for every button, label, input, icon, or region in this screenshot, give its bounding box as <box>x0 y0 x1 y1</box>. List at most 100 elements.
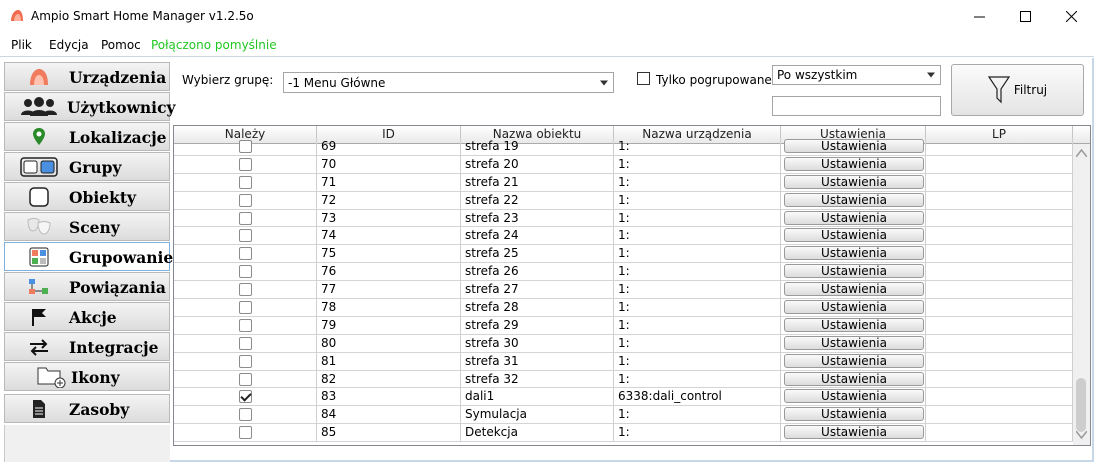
belongs-checkbox[interactable] <box>238 336 252 350</box>
settings-cell: Ustawienia <box>781 191 926 209</box>
settings-button[interactable]: Ustawienia <box>784 335 924 350</box>
belongs-checkbox[interactable] <box>238 300 252 314</box>
table-row[interactable]: 78 strefa 28 1: Ustawienia <box>174 299 1074 317</box>
settings-button[interactable]: Ustawienia <box>784 139 924 153</box>
settings-button[interactable]: Ustawienia <box>784 300 924 315</box>
table-row[interactable]: 74 strefa 24 1: Ustawienia <box>174 227 1074 246</box>
settings-button[interactable]: Ustawienia <box>784 317 924 332</box>
table-row[interactable]: 80 strefa 30 1: Ustawienia <box>174 334 1074 353</box>
scope-select[interactable]: Po wszystkim <box>772 65 941 85</box>
grouped-only-checkbox[interactable] <box>637 72 650 85</box>
settings-button[interactable]: Ustawienia <box>784 246 924 261</box>
settings-button[interactable]: Ustawienia <box>784 174 924 189</box>
belongs-checkbox[interactable] <box>238 372 252 386</box>
table-row[interactable]: 72 strefa 22 1: Ustawienia <box>174 191 1074 210</box>
belongs-checkbox[interactable] <box>238 139 252 153</box>
settings-button[interactable]: Ustawienia <box>784 371 924 386</box>
belongs-checkbox[interactable] <box>238 354 252 368</box>
id-cell: 71 <box>317 173 461 191</box>
sidebar-item-grupowanie[interactable]: Grupowanie <box>4 242 173 271</box>
settings-button[interactable]: Ustawienia <box>784 353 924 368</box>
table-row[interactable]: 73 strefa 23 1: Ustawienia <box>174 209 1074 228</box>
close-button[interactable] <box>1048 0 1094 32</box>
minimize-icon <box>973 16 985 17</box>
device-name-cell: 1: <box>614 406 781 424</box>
settings-button[interactable]: Ustawienia <box>784 228 924 243</box>
flag-icon <box>19 306 59 328</box>
sidebar-empty-area <box>4 425 170 462</box>
belongs-checkbox[interactable] <box>238 157 252 171</box>
belongs-checkbox[interactable] <box>238 247 252 261</box>
belongs-checkbox[interactable] <box>238 283 252 297</box>
sidebar-item-zasoby[interactable]: Zasoby <box>4 394 170 423</box>
belongs-checkbox[interactable] <box>238 175 252 189</box>
scroll-up-icon[interactable] <box>1076 149 1087 157</box>
table-row[interactable]: 77 strefa 27 1: Ustawienia <box>174 281 1074 300</box>
settings-button[interactable]: Ustawienia <box>784 389 924 404</box>
vertical-scrollbar[interactable] <box>1073 144 1090 445</box>
settings-button[interactable]: Ustawienia <box>784 407 924 422</box>
table-row[interactable]: 84 Symulacja 1: Ustawienia <box>174 406 1074 425</box>
sidebar-item-akcje[interactable]: Akcje <box>4 302 170 331</box>
table-row[interactable]: 71 strefa 21 1: Ustawienia <box>174 173 1074 192</box>
table-row[interactable]: 75 strefa 25 1: Ustawienia <box>174 245 1074 264</box>
belongs-checkbox[interactable] <box>238 408 252 422</box>
menu-bar: Plik Edycja Pomoc Połączono pomyślnie <box>0 34 1096 54</box>
belongs-cell <box>174 173 317 191</box>
sidebar-item-integracje[interactable]: Integracje <box>4 332 170 361</box>
sidebar-item-label: Zasoby <box>69 400 130 419</box>
belongs-checkbox[interactable] <box>238 193 252 207</box>
sidebar-item-lokalizacje[interactable]: Lokalizacje <box>4 122 170 151</box>
sidebar-item-urzadzenia[interactable]: Urządzenia <box>4 62 170 91</box>
search-input[interactable] <box>772 96 941 116</box>
sidebar-item-ikony[interactable]: Ikony <box>4 362 170 391</box>
settings-button[interactable]: Ustawienia <box>784 264 924 279</box>
settings-button[interactable]: Ustawienia <box>784 425 924 440</box>
table-row[interactable]: 81 strefa 31 1: Ustawienia <box>174 352 1074 371</box>
table-row[interactable]: 85 Detekcja 1: Ustawienia <box>174 424 1074 443</box>
column-header-spacer <box>1073 126 1090 144</box>
sidebar-item-obiekty[interactable]: Obiekty <box>4 182 170 211</box>
table-row[interactable]: 70 strefa 20 1: Ustawienia <box>174 155 1074 174</box>
table-row[interactable]: 83 dali1 6338:dali_control Ustawienia <box>174 388 1074 407</box>
belongs-checkbox[interactable] <box>238 265 252 279</box>
settings-cell: Ustawienia <box>781 138 926 155</box>
sidebar-item-label: Powiązania <box>69 278 166 297</box>
belongs-checkbox[interactable] <box>238 229 252 243</box>
belongs-checkbox[interactable] <box>238 318 252 332</box>
table-row[interactable]: 69 strefa 19 1: Ustawienia <box>174 138 1074 156</box>
settings-button[interactable]: Ustawienia <box>784 156 924 171</box>
group-label: Wybierz grupę: <box>182 73 274 87</box>
sidebar-item-powiazania[interactable]: Powiązania <box>4 272 170 301</box>
belongs-checkbox[interactable] <box>238 390 252 404</box>
lp-cell <box>926 281 1073 299</box>
scroll-down-icon[interactable] <box>1076 431 1087 439</box>
sidebar-item-sceny[interactable]: Sceny <box>4 212 170 241</box>
belongs-checkbox[interactable] <box>238 211 252 225</box>
table-row[interactable]: 82 strefa 32 1: Ustawienia <box>174 370 1074 389</box>
lp-cell <box>926 245 1073 263</box>
scrollbar-thumb[interactable] <box>1076 378 1086 432</box>
settings-button[interactable]: Ustawienia <box>784 192 924 207</box>
table-row[interactable]: 76 strefa 26 1: Ustawienia <box>174 263 1074 282</box>
minimize-button[interactable] <box>956 0 1002 32</box>
menu-pomoc[interactable]: Pomoc <box>101 38 141 52</box>
object-name-cell: strefa 25 <box>461 245 614 263</box>
belongs-checkbox[interactable] <box>238 426 252 440</box>
id-cell: 85 <box>317 424 461 442</box>
sidebar-item-label: Lokalizacje <box>69 128 167 147</box>
id-cell: 74 <box>317 227 461 245</box>
settings-button[interactable]: Ustawienia <box>784 210 924 225</box>
menu-edycja[interactable]: Edycja <box>49 38 89 52</box>
maximize-button[interactable] <box>1002 0 1048 32</box>
object-name-cell: Detekcja <box>461 424 614 442</box>
filter-button[interactable]: Filtruj <box>951 64 1084 116</box>
belongs-cell <box>174 155 317 173</box>
menu-plik[interactable]: Plik <box>11 38 32 52</box>
belongs-cell <box>174 388 317 406</box>
group-select[interactable]: -1 Menu Główne <box>283 72 614 93</box>
sidebar-item-grupy[interactable]: Grupy <box>4 152 170 181</box>
settings-button[interactable]: Ustawienia <box>784 282 924 297</box>
sidebar-item-uzytkownicy[interactable]: Użytkownicy <box>4 92 176 121</box>
table-row[interactable]: 79 strefa 29 1: Ustawienia <box>174 316 1074 335</box>
